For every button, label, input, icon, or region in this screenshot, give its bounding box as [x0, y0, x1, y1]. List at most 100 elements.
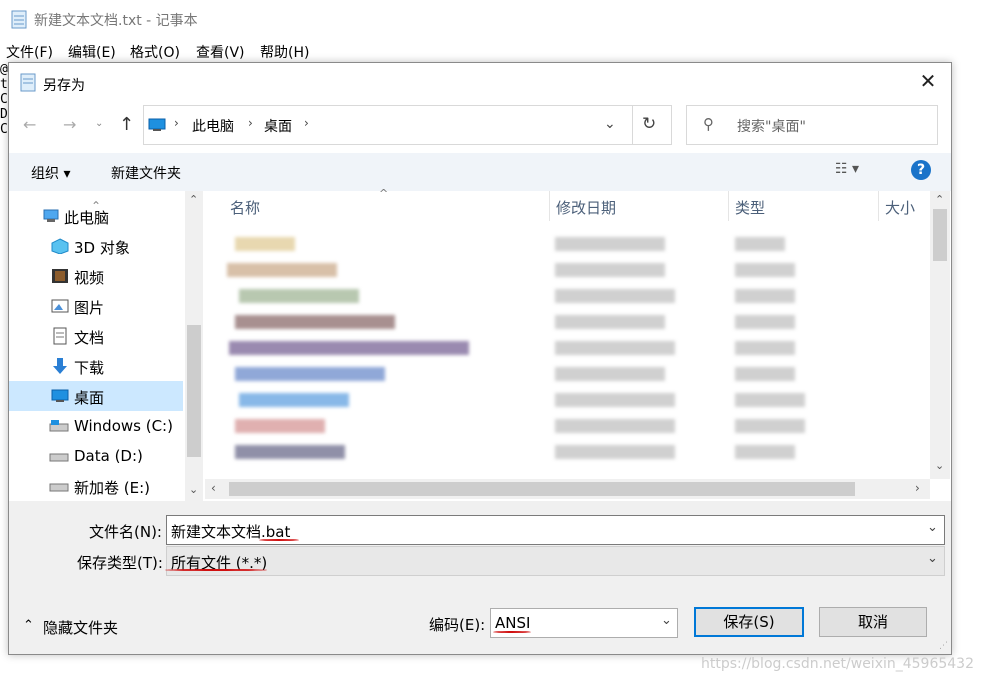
table-row[interactable]	[555, 367, 665, 381]
column-divider[interactable]	[728, 191, 729, 221]
table-row[interactable]	[555, 237, 665, 251]
new-folder-button[interactable]: 新建文件夹	[111, 163, 181, 183]
file-list-hscrollbar[interactable]: ‹ ›	[205, 479, 930, 499]
filetype-label: 保存类型(T):	[77, 554, 163, 572]
table-row[interactable]	[227, 263, 337, 277]
file-list-vscrollbar[interactable]: ⌃ ⌄	[930, 191, 950, 479]
command-toolbar: 组织 ▾ 新建文件夹 ☷ ▾ ?	[9, 153, 951, 191]
nav-item-desktop[interactable]: 桌面	[9, 381, 183, 411]
table-row[interactable]	[235, 419, 325, 433]
blurred-file-rows[interactable]	[205, 231, 930, 471]
scroll-down-icon[interactable]: ⌄	[189, 483, 198, 496]
menu-file[interactable]: 文件(F)	[6, 42, 53, 62]
table-row[interactable]	[555, 263, 665, 277]
nav-item-label: 桌面	[74, 389, 105, 407]
table-row[interactable]	[239, 393, 349, 407]
menu-format[interactable]: 格式(O)	[130, 42, 180, 62]
encoding-select[interactable]: ANSI ⌄	[490, 608, 678, 638]
table-row[interactable]	[555, 341, 675, 355]
nav-item-videos[interactable]: 视频	[9, 261, 183, 291]
table-row[interactable]	[555, 393, 675, 407]
table-row[interactable]	[735, 341, 795, 355]
table-row[interactable]	[235, 367, 385, 381]
refresh-button[interactable]: ↻	[631, 105, 672, 145]
annotation-underline	[493, 631, 531, 633]
address-bar[interactable]: › 此电脑 › 桌面 › ⌄	[143, 105, 633, 145]
table-row[interactable]	[735, 289, 795, 303]
scroll-left-icon[interactable]: ‹	[211, 481, 216, 495]
nav-item-drive-c[interactable]: Windows (C:)	[9, 411, 183, 441]
table-row[interactable]	[735, 393, 805, 407]
close-button[interactable]: ✕	[915, 69, 941, 93]
menu-view[interactable]: 查看(V)	[196, 42, 245, 62]
nav-item-3d-objects[interactable]: 3D 对象	[9, 231, 183, 261]
chevron-down-icon[interactable]: ⌄	[927, 520, 938, 535]
computer-icon	[43, 209, 59, 222]
menu-help[interactable]: 帮助(H)	[260, 42, 309, 62]
up-arrow-icon[interactable]: ↑	[119, 114, 134, 135]
breadcrumb-this-pc[interactable]: 此电脑	[192, 116, 234, 136]
scroll-up-icon[interactable]: ⌃	[189, 193, 198, 206]
filename-label: 文件名(N):	[89, 523, 162, 541]
table-row[interactable]	[555, 445, 675, 459]
table-row[interactable]	[735, 237, 785, 251]
nav-item-label: 视频	[74, 269, 105, 287]
nav-item-drive-d[interactable]: Data (D:)	[9, 441, 183, 471]
back-arrow-icon[interactable]: ←	[23, 115, 36, 134]
search-box[interactable]: ⚲ 搜索"桌面"	[686, 105, 938, 145]
column-size[interactable]: 大小	[885, 197, 915, 218]
column-type[interactable]: 类型	[735, 197, 765, 218]
table-row[interactable]	[735, 263, 795, 277]
nav-item-drive-e[interactable]: 新加卷 (E:)	[9, 471, 183, 501]
desktop-icon	[51, 389, 69, 402]
table-row[interactable]	[235, 237, 295, 251]
table-row[interactable]	[239, 289, 359, 303]
breadcrumb-separator-icon: ›	[304, 116, 309, 130]
chevron-down-icon[interactable]: ⌄	[927, 551, 938, 566]
nav-item-documents[interactable]: 文档	[9, 321, 183, 351]
nav-item-this-pc[interactable]: 此电脑	[9, 201, 183, 231]
hscroll-thumb[interactable]	[229, 482, 855, 496]
help-icon[interactable]: ?	[911, 160, 931, 180]
table-row[interactable]	[555, 315, 665, 329]
recent-chevron-icon[interactable]: ⌄	[95, 118, 103, 129]
filetype-select[interactable]: 所有文件 (*.*) ⌄	[166, 546, 945, 576]
column-name[interactable]: 名称	[230, 197, 260, 218]
table-row[interactable]	[735, 367, 795, 381]
table-row[interactable]	[235, 315, 395, 329]
vscroll-thumb[interactable]	[933, 209, 947, 261]
menu-edit[interactable]: 编辑(E)	[68, 42, 116, 62]
chevron-down-icon[interactable]: ⌄	[661, 613, 672, 628]
column-divider[interactable]	[549, 191, 550, 221]
scroll-up-icon[interactable]: ⌃	[935, 193, 944, 206]
resize-grip-icon[interactable]: ⋰	[939, 641, 948, 651]
nav-scrollbar-thumb[interactable]	[187, 325, 201, 457]
save-button[interactable]: 保存(S)	[694, 607, 804, 637]
sort-indicator-icon: ^	[379, 187, 389, 200]
table-row[interactable]	[555, 419, 675, 433]
nav-scrollbar[interactable]: ⌃ ⌄	[185, 191, 203, 501]
dialog-title: 另存为	[43, 78, 85, 94]
scroll-down-icon[interactable]: ⌄	[935, 459, 944, 472]
table-row[interactable]	[735, 419, 805, 433]
table-row[interactable]	[235, 445, 345, 459]
breadcrumb-desktop[interactable]: 桌面	[264, 116, 292, 136]
column-date[interactable]: 修改日期	[556, 197, 616, 218]
encoding-label: 编码(E):	[429, 616, 486, 634]
breadcrumb-separator-icon: ›	[248, 116, 253, 130]
scroll-right-icon[interactable]: ›	[915, 481, 920, 495]
nav-item-downloads[interactable]: 下载	[9, 351, 183, 381]
organize-button[interactable]: 组织 ▾	[31, 163, 70, 183]
table-row[interactable]	[735, 315, 795, 329]
address-dropdown-icon[interactable]: ⌄	[604, 116, 616, 132]
table-row[interactable]	[229, 341, 469, 355]
column-divider[interactable]	[878, 191, 879, 221]
hide-folders-toggle[interactable]: 隐藏文件夹	[43, 617, 118, 638]
cancel-button[interactable]: 取消	[819, 607, 927, 637]
chevron-up-icon[interactable]: ⌃	[23, 618, 34, 633]
nav-item-pictures[interactable]: 图片	[9, 291, 183, 321]
table-row[interactable]	[735, 445, 795, 459]
table-row[interactable]	[555, 289, 675, 303]
forward-arrow-icon[interactable]: →	[63, 115, 76, 134]
view-options-icon[interactable]: ☷ ▾	[835, 161, 859, 177]
